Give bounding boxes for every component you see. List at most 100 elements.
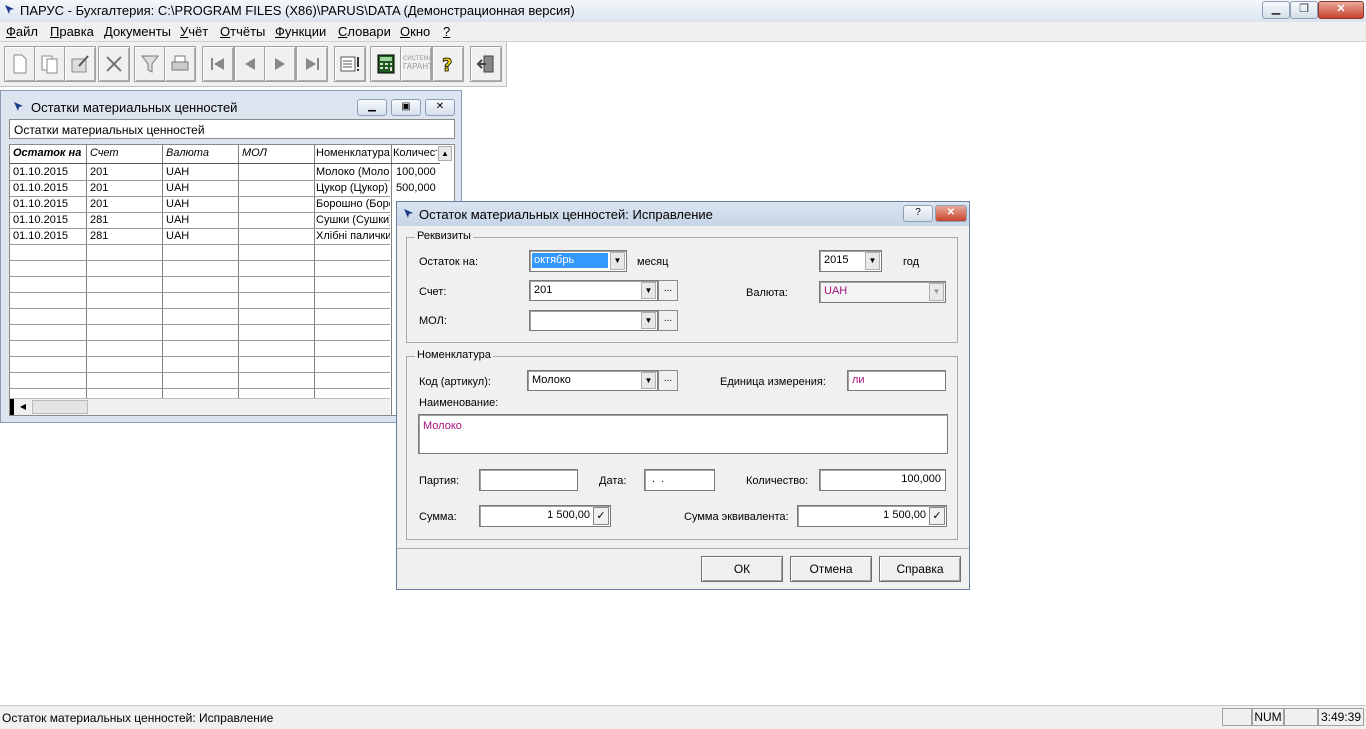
equivalent-sum-field[interactable]: 1 500,00 ✓ xyxy=(797,505,947,527)
table-row[interactable]: 01.10.2015 281 UAH Сушки (Сушки) xyxy=(10,212,390,229)
dialog-help-button[interactable]: ? xyxy=(903,205,933,222)
edit-document-button[interactable] xyxy=(64,46,96,82)
col-header-balance[interactable]: Остаток на xyxy=(13,147,81,159)
menu-help[interactable]: ? xyxy=(443,24,450,39)
menu-edit[interactable]: Правка xyxy=(50,24,94,39)
table-row[interactable]: 01.10.2015 201 UAH Цукор (Цукор) xyxy=(10,180,390,197)
table-row-empty[interactable] xyxy=(10,244,390,261)
menu-dictionaries[interactable]: Словари xyxy=(338,24,391,39)
menu-documents[interactable]: Документы xyxy=(104,24,171,39)
name-field[interactable]: Молоко xyxy=(418,414,948,454)
table-row[interactable]: 01.10.2015 281 UAH Хлібні палички xyxy=(10,228,390,245)
new-document-button[interactable] xyxy=(4,46,36,82)
horizontal-scrollbar[interactable]: ◀ xyxy=(10,398,390,415)
cancel-button[interactable]: Отмена xyxy=(790,556,872,582)
account-lookup-button[interactable]: ... xyxy=(658,280,678,301)
chevron-down-icon[interactable]: ▼ xyxy=(929,283,944,301)
table-row-empty[interactable] xyxy=(10,308,390,325)
list-restore-button[interactable]: ▣ xyxy=(391,99,421,116)
table-row-empty[interactable] xyxy=(10,356,390,373)
col-header-nomenclature[interactable]: Номенклатура xyxy=(316,147,391,159)
list-header-label: Остатки материальных ценностей xyxy=(9,119,455,139)
ok-button[interactable]: ОК xyxy=(701,556,783,582)
list-minimize-button[interactable]: ▁ xyxy=(357,99,387,116)
batch-field[interactable] xyxy=(479,469,578,491)
table-row[interactable]: 01.10.2015 201 UAH Борошно (Борошно) xyxy=(10,196,390,213)
currency-select[interactable]: UAH ▼ xyxy=(819,281,946,303)
chevron-down-icon[interactable]: ▼ xyxy=(865,252,880,270)
mol-combo[interactable]: ▼ xyxy=(529,310,658,331)
code-lookup-button[interactable]: ... xyxy=(658,370,678,391)
last-record-button[interactable] xyxy=(296,46,328,82)
delete-button[interactable] xyxy=(98,46,130,82)
account-label: Счет: xyxy=(419,286,447,298)
app-title: ПАРУС - Бухгалтерия: C:\PROGRAM FILES (X… xyxy=(20,3,575,18)
table-row-empty[interactable] xyxy=(10,260,390,277)
close-button[interactable]: ✕ xyxy=(1318,1,1364,19)
chevron-down-icon[interactable]: ▼ xyxy=(641,372,656,389)
checkmark-icon[interactable]: ✓ xyxy=(929,507,945,525)
previous-record-button[interactable] xyxy=(234,46,266,82)
data-grid[interactable]: Остаток на Счет Валюта МОЛ Номенклатура … xyxy=(9,144,455,416)
chevron-down-icon[interactable]: ▼ xyxy=(641,282,656,299)
app-title-bar: ПАРУС - Бухгалтерия: C:\PROGRAM FILES (X… xyxy=(0,0,1366,23)
code-combo[interactable]: Молоко ▼ xyxy=(527,370,658,391)
scroll-up-button[interactable]: ▲ xyxy=(438,146,452,161)
col-header-mol[interactable]: МОЛ xyxy=(242,147,267,159)
question-icon: ? xyxy=(915,207,921,218)
minimize-button[interactable]: ▁ xyxy=(1262,1,1290,19)
menu-window[interactable]: Окно xyxy=(400,24,430,39)
help-button[interactable]: ? xyxy=(432,46,464,82)
edit-dialog: Остаток материальных ценностей: Исправле… xyxy=(396,201,970,590)
copy-document-button[interactable] xyxy=(34,46,66,82)
year-select[interactable]: 2015 ▼ xyxy=(819,250,882,272)
table-row-empty[interactable] xyxy=(10,324,390,341)
currency-label: Валюта: xyxy=(746,287,788,299)
chevron-down-icon[interactable]: ▼ xyxy=(610,252,625,270)
scroll-left-button[interactable]: ◀ xyxy=(16,400,30,414)
col-header-currency[interactable]: Валюта xyxy=(166,147,209,159)
table-row-empty[interactable] xyxy=(10,276,390,293)
col-header-account[interactable]: Счет xyxy=(90,147,119,159)
list-window-button[interactable] xyxy=(334,46,366,82)
table-row-empty[interactable] xyxy=(10,292,390,309)
table-row-empty[interactable] xyxy=(10,340,390,357)
table-row[interactable]: 01.10.2015 201 UAH Молоко (Молоко) xyxy=(10,164,390,181)
col-header-quantity[interactable]: Количество xyxy=(393,147,437,159)
restore-button[interactable]: ❐ xyxy=(1290,1,1318,19)
checkmark-icon[interactable]: ✓ xyxy=(593,507,609,525)
help-dialog-button[interactable]: Справка xyxy=(879,556,961,582)
month-select[interactable]: октябрь ▼ xyxy=(529,250,627,272)
account-combo[interactable]: 201 ▼ xyxy=(529,280,658,301)
filter-button[interactable] xyxy=(134,46,166,82)
menu-file[interactable]: Файл xyxy=(6,24,38,39)
table-row-empty[interactable] xyxy=(10,372,390,389)
list-close-button[interactable]: ✕ xyxy=(425,99,455,116)
list-window: Остатки материальных ценностей ▁ ▣ ✕ Ост… xyxy=(0,90,462,423)
exit-button[interactable] xyxy=(470,46,502,82)
menu-accounting[interactable]: Учёт xyxy=(180,24,208,39)
month-label: месяц xyxy=(637,256,669,268)
print-button[interactable] xyxy=(164,46,196,82)
status-panel-scroll xyxy=(1284,708,1318,726)
quantity-field[interactable]: 100,000 xyxy=(819,469,946,491)
dialog-title-bar: Остаток материальных ценностей: Исправле… xyxy=(397,202,969,226)
dialog-close-button[interactable]: ✕ xyxy=(935,205,967,222)
mol-lookup-button[interactable]: ... xyxy=(658,310,678,331)
next-record-button[interactable] xyxy=(264,46,296,82)
chevron-down-icon[interactable]: ▼ xyxy=(641,312,656,329)
first-record-button[interactable] xyxy=(202,46,234,82)
minimize-icon: ▁ xyxy=(1271,3,1281,15)
exit-icon xyxy=(476,55,494,73)
date-field[interactable]: . . xyxy=(644,469,715,491)
sum-field[interactable]: 1 500,00 ✓ xyxy=(479,505,611,527)
scroll-thumb[interactable] xyxy=(32,400,88,414)
menu-reports[interactable]: Отчёты xyxy=(220,24,265,39)
arrow-left-icon: ◀ xyxy=(19,402,27,411)
calculator-button[interactable] xyxy=(370,46,402,82)
help-icon: ? xyxy=(442,55,453,74)
batch-label: Партия: xyxy=(419,475,460,487)
sistema-garant-button[interactable]: СИСТЕМА ГАРАНТ xyxy=(400,46,433,82)
unit-field[interactable]: ли xyxy=(847,370,946,391)
menu-functions[interactable]: Функции xyxy=(275,24,326,39)
